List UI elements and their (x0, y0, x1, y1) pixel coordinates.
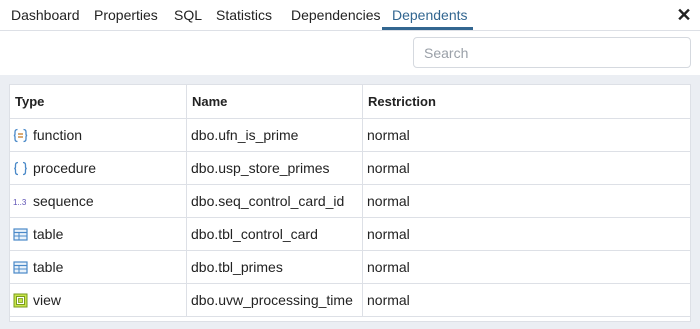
name-cell: dbo.uvw_processing_time (187, 284, 363, 316)
tab-properties[interactable]: Properties (94, 0, 158, 31)
search-bar (0, 31, 700, 75)
type-label: sequence (33, 193, 94, 209)
view-icon (13, 293, 28, 308)
table-icon (13, 261, 28, 274)
type-label: procedure (33, 160, 97, 176)
type-cell: table (10, 251, 187, 283)
table-header-row: Type Name Restriction (10, 85, 690, 119)
type-label: function (33, 127, 83, 143)
svg-text:1..3: 1..3 (13, 198, 27, 207)
type-cell: function (10, 119, 187, 151)
table-row[interactable]: table dbo.tbl_primes normal (10, 251, 690, 284)
tab-dashboard[interactable]: Dashboard (11, 0, 80, 31)
type-cell: view (10, 284, 187, 316)
type-label: view (33, 292, 62, 308)
dependents-table: Type Name Restriction function dbo.ufn_i… (9, 84, 691, 322)
restriction-cell: normal (367, 226, 410, 242)
restriction-cell: normal (367, 193, 410, 209)
name-cell: dbo.usp_store_primes (187, 152, 363, 184)
function-icon (13, 128, 28, 143)
tab-statistics[interactable]: Statistics (216, 0, 272, 31)
type-cell: procedure (10, 152, 187, 184)
table-row[interactable]: procedure dbo.usp_store_primes normal (10, 152, 690, 185)
type-label: table (33, 259, 64, 275)
name-cell: dbo.seq_control_card_id (187, 185, 363, 217)
close-icon[interactable]: ✕ (674, 4, 694, 26)
table-row[interactable]: function dbo.ufn_is_prime normal (10, 119, 690, 152)
name-cell: dbo.ufn_is_prime (187, 119, 363, 151)
sequence-icon: 1..3 (13, 198, 27, 207)
restriction-cell: normal (367, 259, 410, 275)
type-label: table (33, 226, 64, 242)
restriction-cell: normal (367, 127, 410, 143)
search-input[interactable] (413, 37, 691, 68)
restriction-cell: normal (367, 160, 410, 176)
name-cell: dbo.tbl_control_card (187, 218, 363, 250)
grid-panel: Type Name Restriction function dbo.ufn_i… (0, 75, 700, 329)
active-tab-indicator (382, 27, 473, 30)
tab-bar: Dashboard Properties SQL Statistics Depe… (0, 0, 700, 31)
restriction-cell: normal (367, 292, 410, 308)
column-header-restriction[interactable]: Restriction (363, 85, 690, 118)
tab-dependencies[interactable]: Dependencies (291, 0, 381, 31)
procedure-icon (14, 161, 27, 176)
table-icon (13, 228, 28, 241)
type-cell: 1..3 sequence (10, 185, 187, 217)
column-header-type[interactable]: Type (10, 85, 187, 118)
type-cell: table (10, 218, 187, 250)
column-header-name[interactable]: Name (187, 85, 363, 118)
table-row[interactable]: view dbo.uvw_processing_time normal (10, 284, 690, 317)
table-row[interactable]: table dbo.tbl_control_card normal (10, 218, 690, 251)
name-cell: dbo.tbl_primes (187, 251, 363, 283)
table-row[interactable]: 1..3 sequence dbo.seq_control_card_id no… (10, 185, 690, 218)
tab-sql[interactable]: SQL (174, 0, 202, 31)
